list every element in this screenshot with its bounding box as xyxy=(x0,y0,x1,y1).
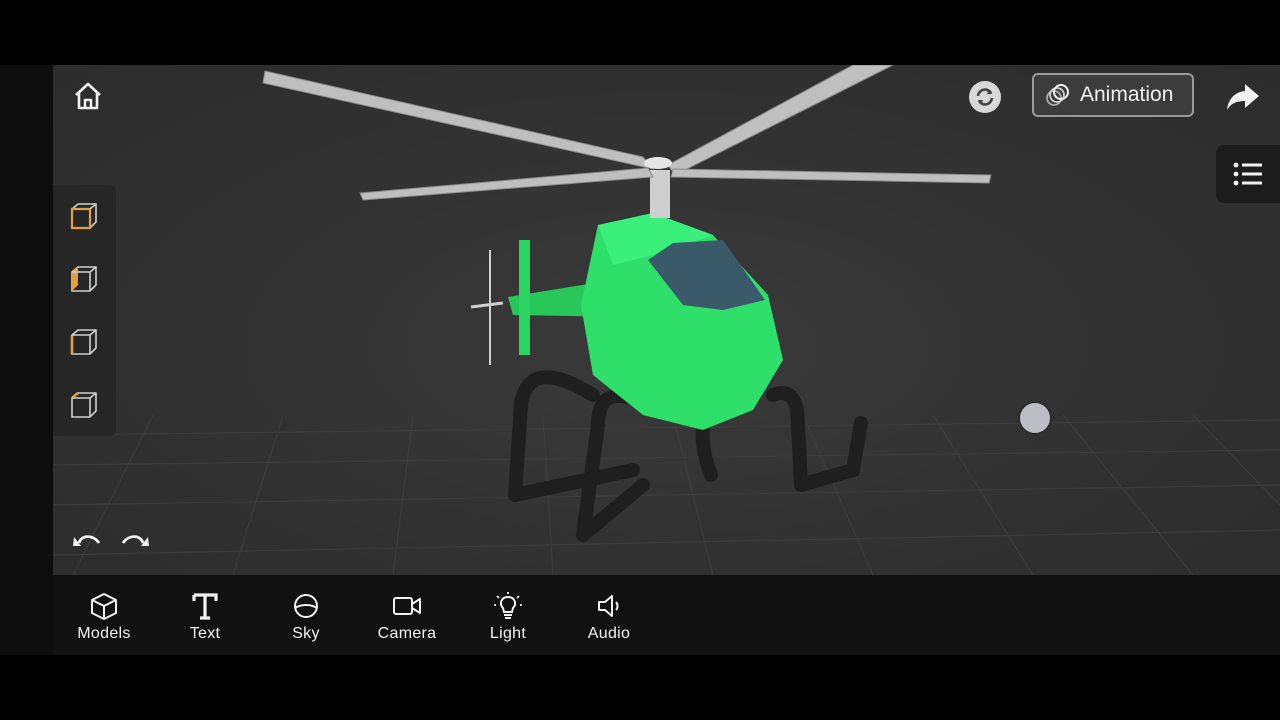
main-rotor xyxy=(262,65,992,201)
tool-audio-label: Audio xyxy=(587,625,631,642)
share-button[interactable] xyxy=(1223,79,1263,115)
cube-front-icon xyxy=(70,203,97,230)
animation-button[interactable]: Animation xyxy=(1032,73,1194,117)
share-arrow-icon xyxy=(1227,84,1259,110)
menu-button[interactable] xyxy=(1216,145,1280,203)
camera-icon xyxy=(393,597,421,615)
tail-rotor-hub xyxy=(470,301,504,309)
undo-icon xyxy=(73,535,101,546)
tool-light-label: Light xyxy=(489,625,527,642)
cube-right-icon xyxy=(70,329,97,355)
tool-camera[interactable]: Camera xyxy=(362,575,452,655)
tool-text-label: Text xyxy=(189,625,221,642)
sky-icon xyxy=(294,594,318,618)
animation-label: Animation xyxy=(1080,83,1174,106)
tool-sky[interactable]: Sky xyxy=(261,575,351,655)
redo-icon xyxy=(121,535,149,546)
home-icon xyxy=(75,82,101,110)
sync-button[interactable] xyxy=(969,81,1001,113)
floor-grid xyxy=(53,414,1280,575)
bottom-toolbar: Models Text Sky Camera Light Audio xyxy=(53,575,1280,655)
sync-icon xyxy=(976,88,994,106)
scene-canvas[interactable] xyxy=(53,65,1280,575)
tool-camera-label: Camera xyxy=(377,625,437,642)
lightbulb-icon xyxy=(494,592,522,619)
app-screen: Animation Models Text Sky Camera Light A… xyxy=(0,0,1280,720)
view-cube-panel xyxy=(53,185,116,436)
tail-fin xyxy=(519,240,530,355)
view-right-button[interactable] xyxy=(69,327,99,357)
cube-icon xyxy=(91,593,117,620)
tool-sky-label: Sky xyxy=(292,625,320,642)
view-front-button[interactable] xyxy=(69,201,99,231)
3d-viewport[interactable]: Animation xyxy=(53,65,1280,575)
view-top-button[interactable] xyxy=(69,390,99,420)
tool-light[interactable]: Light xyxy=(463,575,553,655)
list-icon xyxy=(1233,162,1262,186)
rotor-hub xyxy=(644,157,672,169)
speaker-icon xyxy=(598,595,619,617)
cube-top-icon xyxy=(71,392,97,418)
redo-button[interactable] xyxy=(117,527,153,555)
view-left-button[interactable] xyxy=(69,264,99,294)
joystick-handle[interactable] xyxy=(1020,403,1050,433)
tool-text[interactable]: Text xyxy=(160,575,250,655)
tool-models-label: Models xyxy=(77,625,131,642)
undo-button[interactable] xyxy=(69,527,105,555)
left-bezel xyxy=(0,65,53,655)
cube-left-icon xyxy=(71,266,97,292)
tool-models[interactable]: Models xyxy=(59,575,149,655)
home-button[interactable] xyxy=(69,77,107,115)
text-icon xyxy=(192,593,218,620)
animation-icon xyxy=(1046,84,1069,106)
tool-audio[interactable]: Audio xyxy=(564,575,654,655)
